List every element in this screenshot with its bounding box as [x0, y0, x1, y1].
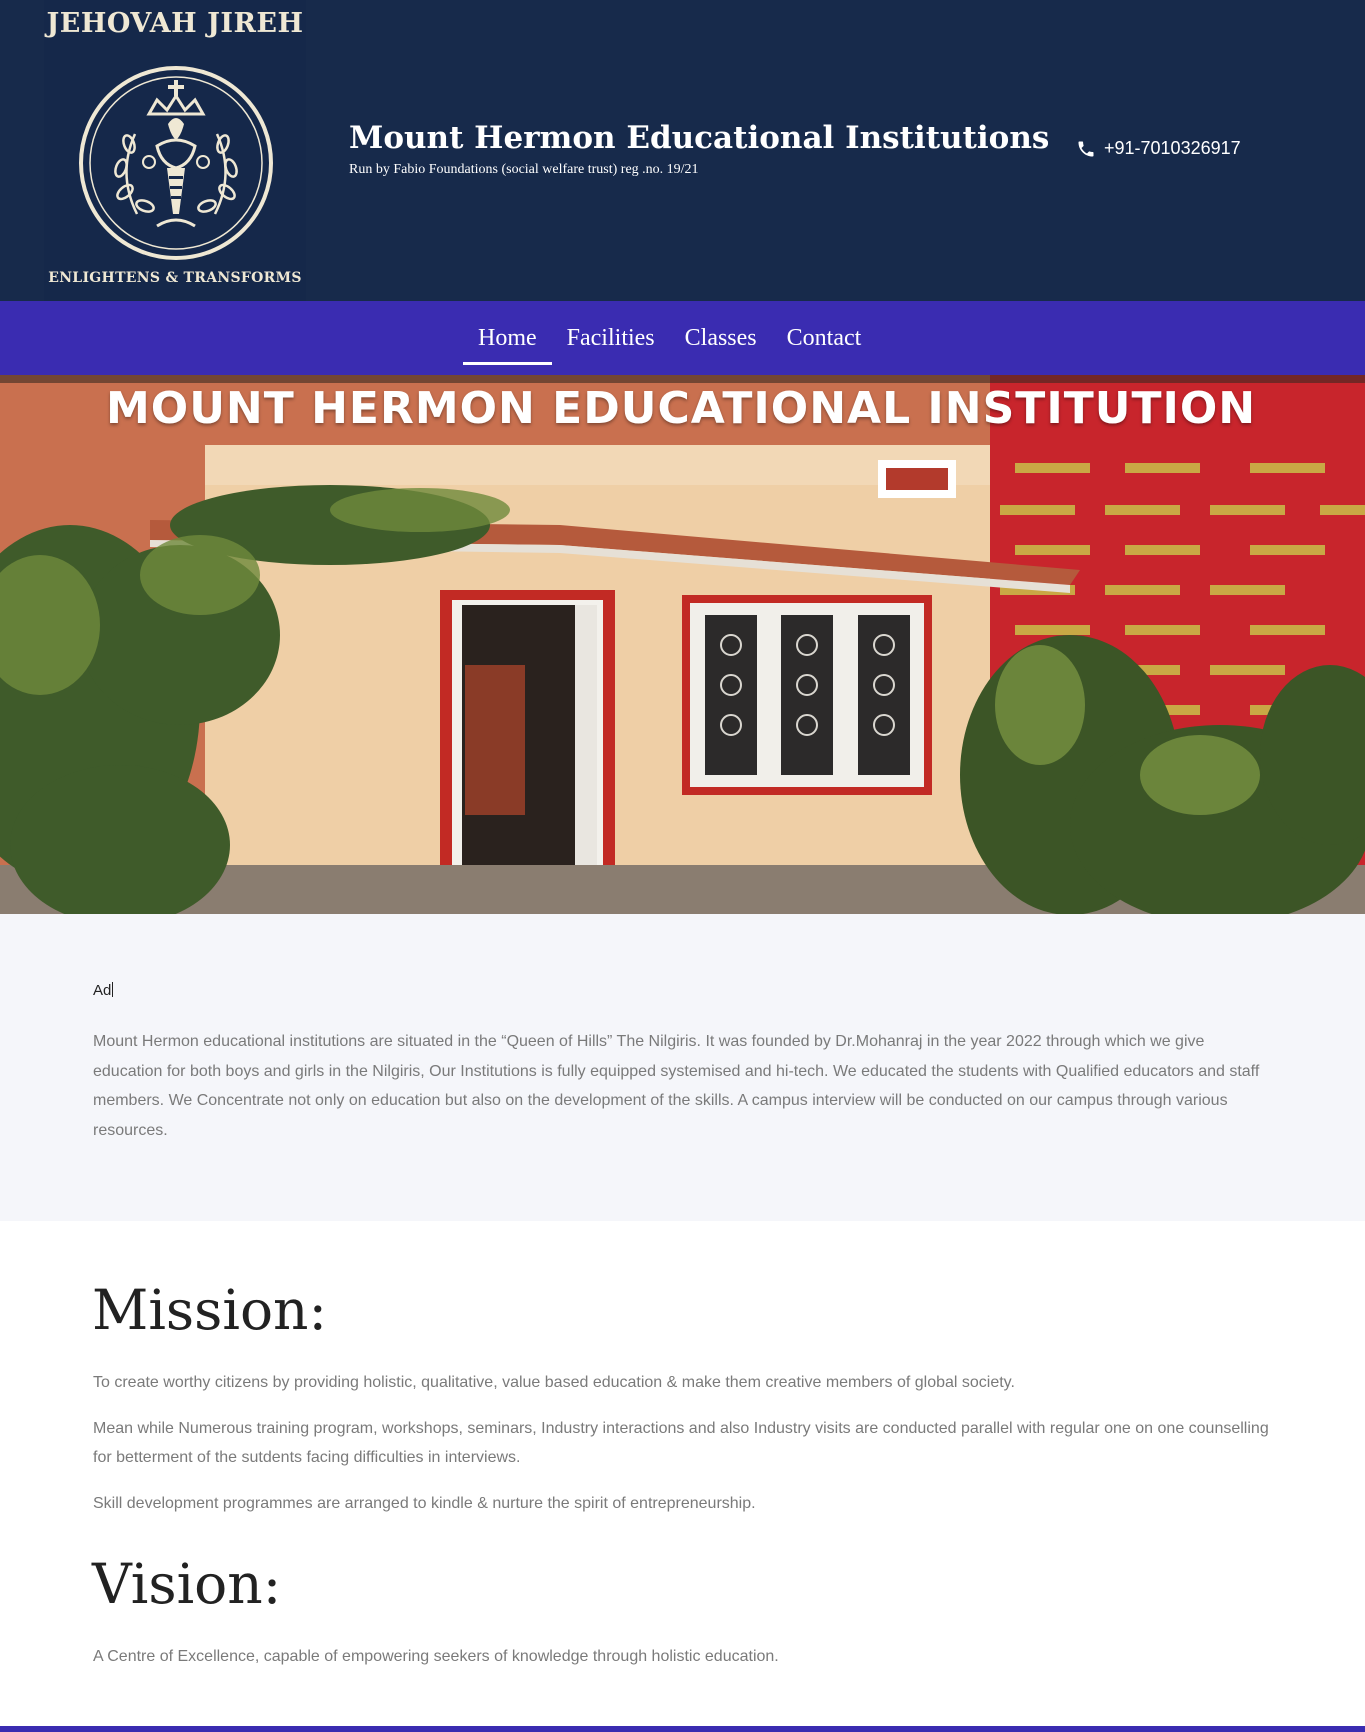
phone-number: +91-7010326917: [1104, 138, 1241, 158]
main-nav: Home Facilities Classes Contact: [0, 301, 1365, 375]
nav-item-contact[interactable]: Contact: [772, 301, 877, 375]
logo-tagline: ENLIGHTENS & TRANSFORMS: [48, 270, 302, 286]
hero-image: MOUNT HERMON EDUCATIONAL INSTITUTION: [0, 375, 1365, 914]
mission-paragraph-2: Mean while Numerous training program, wo…: [93, 1420, 1269, 1466]
logo-top-text: JEHOVAH JIREH: [46, 8, 304, 39]
nav-item-classes[interactable]: Classes: [670, 301, 772, 375]
ad-text: Ad: [93, 982, 112, 999]
hero-sign-text: MOUNT HERMON EDUCATIONAL INSTITUTION: [106, 383, 1257, 434]
vision-paragraph: A Centre of Excellence, capable of empow…: [93, 1648, 779, 1665]
footer-top-bar: [0, 1726, 1365, 1732]
site-header: JEHOVAH JIREH ENLIGHTENS & TRANSFORMS Mo…: [0, 0, 1365, 301]
nav-item-home[interactable]: Home: [463, 301, 552, 375]
mission-heading: Mission:: [92, 1278, 328, 1342]
phone-icon: [1078, 141, 1094, 156]
about-section: Ad Mount Hermon educational institutions…: [0, 914, 1365, 1221]
phone-contact[interactable]: +91-7010326917: [1076, 138, 1241, 159]
torch-wreath-emblem-icon: [79, 66, 273, 260]
about-paragraph: Mount Hermon educational institutions ar…: [93, 1033, 1260, 1139]
mission-paragraph-3: Skill development programmes are arrange…: [93, 1495, 756, 1512]
text-cursor-icon: [112, 982, 114, 997]
mission-paragraph-1: To create worthy citizens by providing h…: [93, 1374, 1015, 1391]
nav-item-facilities[interactable]: Facilities: [552, 301, 670, 375]
site-title[interactable]: Mount Hermon Educational Institutions: [349, 120, 1049, 156]
vision-heading: Vision:: [92, 1552, 282, 1616]
ad-label: Ad: [93, 982, 114, 999]
school-building-photo: [0, 375, 1365, 914]
logo[interactable]: JEHOVAH JIREH ENLIGHTENS & TRANSFORMS: [44, 0, 306, 301]
site-subtitle: Run by Fabio Foundations (social welfare…: [349, 162, 699, 177]
